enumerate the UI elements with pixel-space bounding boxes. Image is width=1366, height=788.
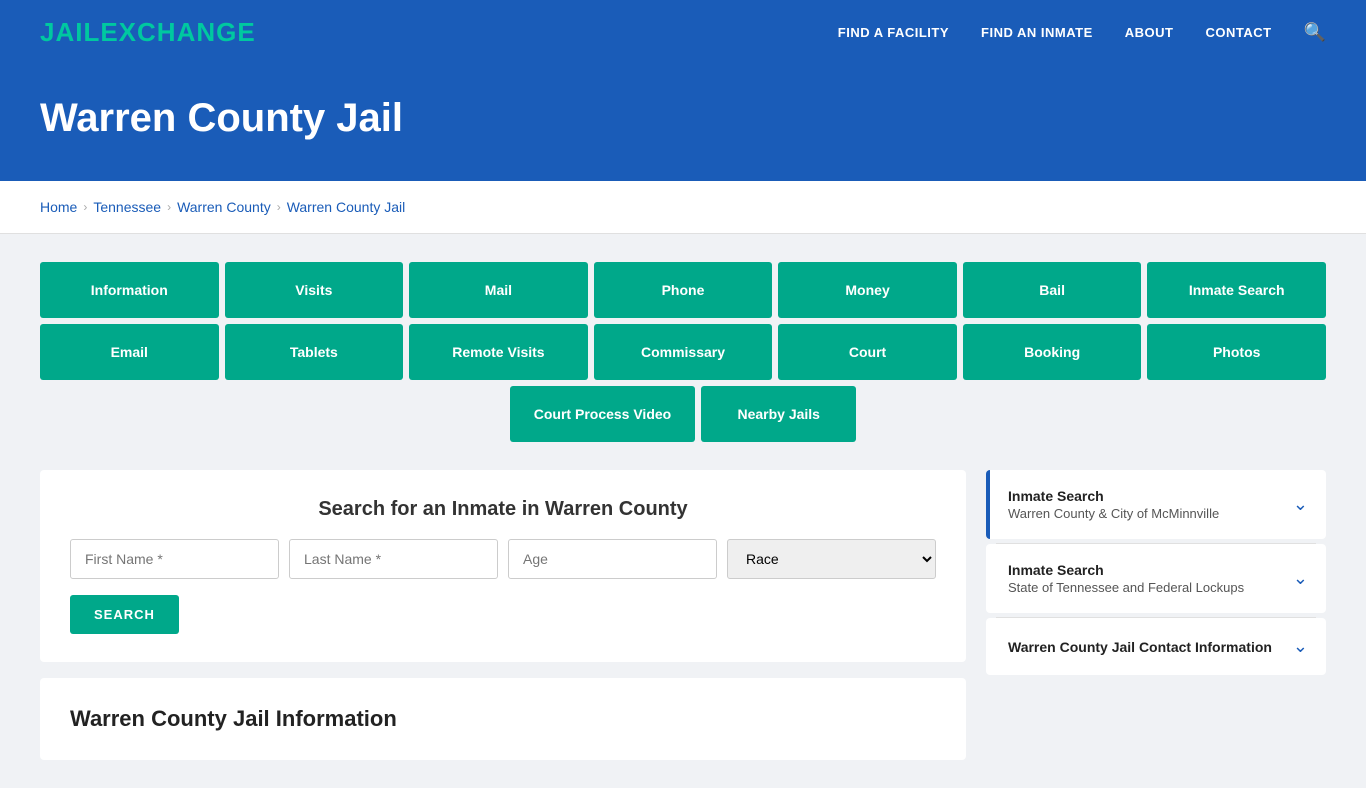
btn-court-process-video[interactable]: Court Process Video	[510, 386, 695, 442]
sidebar-card-text-0: Inmate Search Warren County & City of Mc…	[1008, 488, 1219, 521]
main-nav: FIND A FACILITY FIND AN INMATE ABOUT CON…	[838, 22, 1326, 43]
btn-commissary[interactable]: Commissary	[594, 324, 773, 380]
nav-find-inmate[interactable]: FIND AN INMATE	[981, 25, 1093, 40]
btn-photos[interactable]: Photos	[1147, 324, 1326, 380]
sidebar-card-title-1: Inmate Search	[1008, 562, 1244, 578]
info-section: Warren County Jail Information	[40, 678, 966, 760]
site-logo[interactable]: JAILEXCHANGE	[40, 17, 256, 48]
sidebar-card-header-1[interactable]: Inmate Search State of Tennessee and Fed…	[990, 544, 1326, 613]
btn-money[interactable]: Money	[778, 262, 957, 318]
site-header: JAILEXCHANGE FIND A FACILITY FIND AN INM…	[0, 0, 1366, 64]
btn-visits[interactable]: Visits	[225, 262, 404, 318]
sidebar-card-0[interactable]: Inmate Search Warren County & City of Mc…	[986, 470, 1326, 539]
search-button[interactable]: SEARCH	[70, 595, 179, 634]
nav-about[interactable]: ABOUT	[1125, 25, 1174, 40]
breadcrumb-sep-2: ›	[167, 200, 171, 214]
hero-banner: Warren County Jail	[0, 64, 1366, 181]
btn-email[interactable]: Email	[40, 324, 219, 380]
sidebar-card-text-2: Warren County Jail Contact Information	[1008, 639, 1272, 655]
btn-inmate-search[interactable]: Inmate Search	[1147, 262, 1326, 318]
nav-find-facility[interactable]: FIND A FACILITY	[838, 25, 949, 40]
breadcrumb-sep-3: ›	[277, 200, 281, 214]
breadcrumb-home[interactable]: Home	[40, 199, 77, 215]
sidebar: Inmate Search Warren County & City of Mc…	[986, 470, 1326, 760]
button-grid-row2: Email Tablets Remote Visits Commissary C…	[40, 324, 1326, 380]
btn-tablets[interactable]: Tablets	[225, 324, 404, 380]
sidebar-card-1[interactable]: Inmate Search State of Tennessee and Fed…	[986, 544, 1326, 613]
logo-jail: JAIL	[40, 17, 100, 47]
btn-remote-visits[interactable]: Remote Visits	[409, 324, 588, 380]
btn-nearby-jails[interactable]: Nearby Jails	[701, 386, 856, 442]
page-title: Warren County Jail	[40, 96, 1326, 141]
sidebar-card-header-0[interactable]: Inmate Search Warren County & City of Mc…	[990, 470, 1326, 539]
breadcrumb-sep-1: ›	[83, 200, 87, 214]
search-fields: Race White Black Hispanic Asian Other	[70, 539, 936, 579]
sidebar-card-title-0: Inmate Search	[1008, 488, 1219, 504]
info-title: Warren County Jail Information	[70, 706, 936, 732]
inmate-search-box: Search for an Inmate in Warren County Ra…	[40, 470, 966, 662]
breadcrumb-warren-county[interactable]: Warren County	[177, 199, 271, 215]
last-name-input[interactable]	[289, 539, 498, 579]
sidebar-card-subtitle-1: State of Tennessee and Federal Lockups	[1008, 580, 1244, 595]
main-content: Information Visits Mail Phone Money Bail…	[0, 234, 1366, 788]
btn-phone[interactable]: Phone	[594, 262, 773, 318]
nav-contact[interactable]: CONTACT	[1205, 25, 1271, 40]
first-name-input[interactable]	[70, 539, 279, 579]
breadcrumb-wrap: Home › Tennessee › Warren County › Warre…	[0, 181, 1366, 234]
btn-bail[interactable]: Bail	[963, 262, 1142, 318]
chevron-down-icon-1: ⌄	[1293, 568, 1308, 589]
logo-exchange: EXCHANGE	[100, 17, 255, 47]
btn-mail[interactable]: Mail	[409, 262, 588, 318]
sidebar-card-header-2[interactable]: Warren County Jail Contact Information ⌄	[990, 618, 1326, 675]
race-select[interactable]: Race White Black Hispanic Asian Other	[727, 539, 936, 579]
breadcrumb: Home › Tennessee › Warren County › Warre…	[40, 199, 1326, 215]
bottom-section: Search for an Inmate in Warren County Ra…	[40, 470, 1326, 760]
button-grid-row3: Court Process Video Nearby Jails	[40, 386, 1326, 442]
breadcrumb-warren-county-jail[interactable]: Warren County Jail	[287, 199, 406, 215]
search-title: Search for an Inmate in Warren County	[70, 498, 936, 521]
sidebar-card-2[interactable]: Warren County Jail Contact Information ⌄	[986, 618, 1326, 675]
btn-information[interactable]: Information	[40, 262, 219, 318]
chevron-down-icon-0: ⌄	[1293, 494, 1308, 515]
age-input[interactable]	[508, 539, 717, 579]
button-grid-row1: Information Visits Mail Phone Money Bail…	[40, 262, 1326, 318]
search-icon-button[interactable]: 🔍	[1304, 22, 1326, 43]
sidebar-card-subtitle-0: Warren County & City of McMinnville	[1008, 506, 1219, 521]
breadcrumb-tennessee[interactable]: Tennessee	[93, 199, 161, 215]
chevron-down-icon-2: ⌄	[1293, 636, 1308, 657]
sidebar-card-text-1: Inmate Search State of Tennessee and Fed…	[1008, 562, 1244, 595]
btn-booking[interactable]: Booking	[963, 324, 1142, 380]
sidebar-card-title-2: Warren County Jail Contact Information	[1008, 639, 1272, 655]
btn-court[interactable]: Court	[778, 324, 957, 380]
